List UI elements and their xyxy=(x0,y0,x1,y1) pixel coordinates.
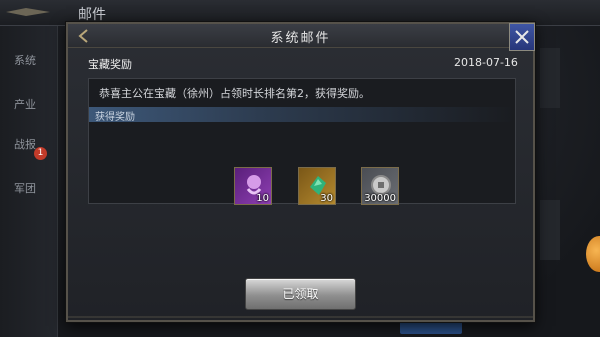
rewards-header: 获得奖励 xyxy=(89,107,515,123)
game-screen: 邮件 系统 产业 战报 1 军团 系统邮件 宝藏奖励 2018-07-16 恭喜… xyxy=(0,0,600,337)
reward-item[interactable]: 10 xyxy=(234,167,272,205)
background-panel-edge xyxy=(540,48,560,108)
sidebar-item-system[interactable]: 系统 xyxy=(14,52,36,68)
mail-date: 2018-07-16 xyxy=(454,56,518,69)
close-button[interactable] xyxy=(509,23,535,51)
claimed-button[interactable]: 已领取 xyxy=(245,278,356,310)
mail-content: 恭喜主公在宝藏（徐州）占领时长排名第2，获得奖励。 获得奖励 10 30 300… xyxy=(88,78,516,205)
reward-count: 30000 xyxy=(364,193,396,204)
sidebar-item-legion[interactable]: 军团 xyxy=(14,180,36,196)
background-title: 邮件 xyxy=(78,7,106,23)
notification-badge: 1 xyxy=(34,147,47,160)
close-icon xyxy=(515,30,529,44)
floating-event-icon[interactable] xyxy=(586,236,600,272)
reward-item[interactable]: 30000 xyxy=(361,167,399,205)
reward-item[interactable]: 30 xyxy=(298,167,336,205)
background-panel-edge xyxy=(540,200,560,260)
reward-count: 30 xyxy=(320,193,333,204)
sidebar-item-battle-report[interactable]: 战报 xyxy=(14,136,36,152)
background-sidebar: 系统 产业 战报 1 军团 xyxy=(0,26,58,337)
dialog-footer-ornament xyxy=(68,316,533,318)
dialog-title: 系统邮件 xyxy=(270,31,331,46)
system-mail-dialog: 系统邮件 宝藏奖励 2018-07-16 恭喜主公在宝藏（徐州）占领时长排名第2… xyxy=(66,22,535,322)
reward-count: 10 xyxy=(256,193,269,204)
rewards-label: 获得奖励 xyxy=(95,112,135,123)
sidebar-item-industry[interactable]: 产业 xyxy=(14,96,36,112)
dialog-header: 系统邮件 xyxy=(68,24,533,48)
ornament-icon xyxy=(6,8,50,16)
mail-subject: 宝藏奖励 xyxy=(88,58,132,71)
mail-body-text: 恭喜主公在宝藏（徐州）占领时长排名第2，获得奖励。 xyxy=(99,87,370,100)
